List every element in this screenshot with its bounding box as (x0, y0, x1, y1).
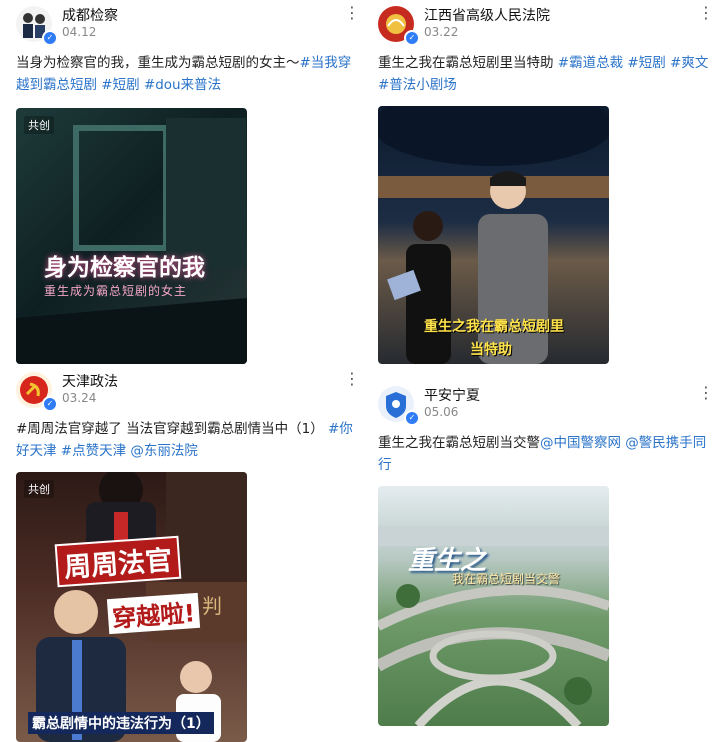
author-name[interactable]: 平安宁夏 (424, 385, 480, 405)
video-thumbnail[interactable]: 重生之 我在霸总短剧当交警 (378, 486, 609, 726)
thumbnail-subtitle: 我在霸总短剧当交警 (452, 572, 561, 586)
post-header: ✓ 天津政法 03.24 ⋮ (16, 370, 364, 412)
post-date: 03.24 (62, 391, 97, 405)
thumbnail-title: 重生之我在霸总短剧里 (424, 319, 564, 335)
post-header: ✓ 成都检察 04.12 ⋮ (16, 4, 364, 46)
video-thumbnail[interactable]: 重生之我在霸总短剧里 当特助 (378, 106, 609, 364)
more-options-icon[interactable]: ⋮ (344, 371, 360, 387)
post-caption: #周周法官穿越了 当法官穿越到霸总剧情当中（1） #你好天津 #点赞天津 @东丽… (16, 418, 356, 462)
post-card-chengdu[interactable]: ✓ 成都检察 04.12 ⋮ 当身为检察官的我，重生成为霸总短剧的女主～#当我穿… (16, 4, 364, 364)
video-thumbnail[interactable]: 共创 审判 周周法官 穿越啦! 霸总剧情中的违法行为（1） (16, 472, 247, 742)
post-date: 04.12 (62, 25, 97, 39)
window-frame-graphic (16, 118, 247, 364)
caption-text: 重生之我在霸总短剧当交警 (378, 435, 540, 451)
post-card-tianjin[interactable]: ✓ 天津政法 03.24 ⋮ #周周法官穿越了 当法官穿越到霸总剧情当中（1） … (16, 370, 364, 742)
post-card-ningxia[interactable]: ✓ 平安宁夏 05.06 ⋮ 重生之我在霸总短剧当交警@中国警察网 @警民携手同… (378, 384, 726, 726)
video-thumbnail[interactable]: 共创 身为检察官的我 重生成为霸总短剧的女主 (16, 108, 247, 364)
more-options-icon[interactable]: ⋮ (698, 385, 714, 401)
post-date: 05.06 (424, 405, 459, 419)
highway-interchange-graphic (378, 526, 609, 726)
post-header: ✓ 平安宁夏 05.06 ⋮ (378, 384, 726, 426)
post-date: 03.22 (424, 25, 459, 39)
caption-text: 当身为检察官的我，重生成为霸总短剧的女主～ (16, 55, 300, 71)
post-card-jiangxi-court[interactable]: ✓ 江西省高级人民法院 03.22 ⋮ 重生之我在霸总短剧里当特助 #霸道总裁 … (378, 4, 726, 364)
verified-icon: ✓ (42, 30, 58, 46)
thumbnail-subtitle: 当特助 (470, 342, 512, 358)
caption-text: 重生之我在霸总短剧里当特助 (378, 55, 554, 71)
author-name[interactable]: 成都检察 (62, 5, 118, 25)
thumbnail-title: 身为检察官的我 (44, 255, 205, 281)
more-options-icon[interactable]: ⋮ (698, 5, 714, 21)
verified-icon: ✓ (404, 410, 420, 426)
co-create-badge: 共创 (24, 116, 54, 134)
verified-icon: ✓ (404, 30, 420, 46)
caption-text: #周周法官穿越了 当法官穿越到霸总剧情当中（1） (16, 421, 324, 437)
thumbnail-subtitle: 穿越啦! (106, 592, 201, 635)
post-caption: 重生之我在霸总短剧里当特助 #霸道总裁 #短剧 #爽文 #普法小剧场 (378, 52, 718, 96)
co-create-badge: 共创 (24, 480, 54, 498)
author-name[interactable]: 江西省高级人民法院 (424, 5, 550, 25)
author-name[interactable]: 天津政法 (62, 371, 118, 391)
thumbnail-title: 周周法官 (54, 535, 182, 588)
post-caption: 重生之我在霸总短剧当交警@中国警察网 @警民携手同行 (378, 432, 718, 476)
post-caption: 当身为检察官的我，重生成为霸总短剧的女主～#当我穿越到霸总短剧 #短剧 #dou… (16, 52, 356, 96)
verified-icon: ✓ (42, 396, 58, 412)
post-header: ✓ 江西省高级人民法院 03.22 ⋮ (378, 4, 726, 46)
more-options-icon[interactable]: ⋮ (344, 5, 360, 21)
thumbnail-subtitle: 重生成为霸总短剧的女主 (44, 284, 188, 298)
thumbnail-bottom-caption: 霸总剧情中的违法行为（1） (28, 712, 214, 734)
